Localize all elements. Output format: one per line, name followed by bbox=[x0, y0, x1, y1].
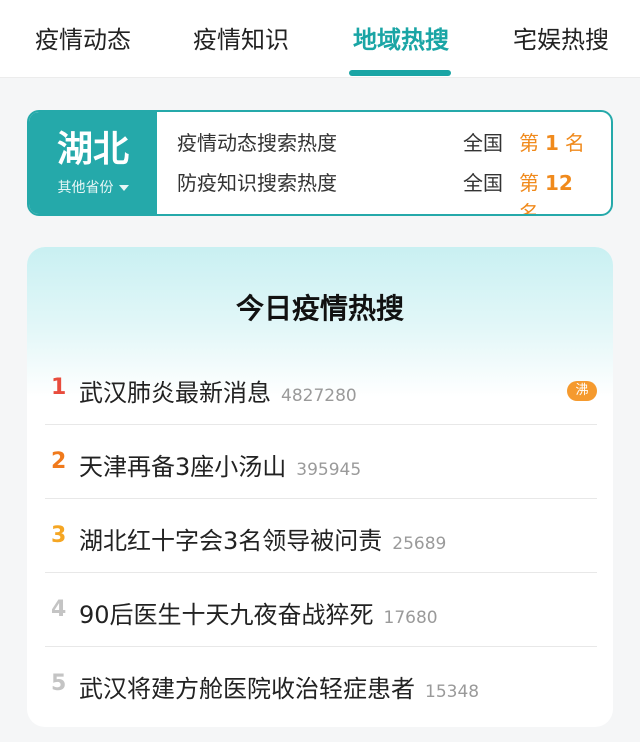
ranking-label: 疫情动态搜索热度 bbox=[177, 131, 337, 155]
ranking-row: 疫情动态搜索热度 全国 第1名 bbox=[177, 128, 597, 158]
hot-search-text: 武汉肺炎最新消息 4827280 bbox=[79, 373, 357, 408]
caret-down-icon bbox=[118, 185, 129, 191]
hot-search-text: 湖北红十字会3名领导被问责 25689 bbox=[79, 521, 446, 556]
ranking-number: 12 bbox=[545, 171, 573, 195]
tab-home-entertainment[interactable]: 宅娱热搜 bbox=[496, 20, 626, 60]
top-tab-bar: 疫情动态 疫情知识 地域热搜 宅娱热搜 bbox=[0, 0, 640, 78]
ranking-suffix: 名 bbox=[564, 131, 585, 155]
hot-search-item[interactable]: 3 湖北红十字会3名领导被问责 25689 bbox=[45, 499, 597, 573]
ranking-row: 防疫知识搜索热度 全国 第 12 名 bbox=[177, 168, 597, 214]
rank-number: 1 bbox=[51, 375, 67, 400]
item-title: 武汉肺炎最新消息 bbox=[79, 379, 271, 407]
search-count: 25689 bbox=[392, 534, 447, 554]
tab-epidemic-news[interactable]: 疫情动态 bbox=[18, 20, 148, 60]
tab-epidemic-knowledge[interactable]: 疫情知识 bbox=[176, 20, 306, 60]
tab-regional-hot-search[interactable]: 地域热搜 bbox=[336, 20, 466, 60]
item-title: 天津再备3座小汤山 bbox=[79, 453, 287, 481]
ranking-value: 第 12 名 bbox=[519, 168, 597, 216]
other-provinces-button[interactable]: 其他省份 bbox=[29, 178, 157, 198]
hot-search-item[interactable]: 1 武汉肺炎最新消息 4827280 沸 bbox=[45, 351, 597, 425]
boiling-badge: 沸 bbox=[567, 381, 597, 401]
ranking-scope: 全国 bbox=[463, 131, 503, 155]
hot-search-text: 天津再备3座小汤山 395945 bbox=[79, 447, 361, 482]
search-count: 4827280 bbox=[281, 386, 357, 406]
province-ranking-card: 湖北 其他省份 疫情动态搜索热度 全国 第1名 防疫知识搜索热度 全国 第 12名 bbox=[27, 110, 613, 216]
ranking-suffix: 名 bbox=[519, 201, 539, 216]
hot-search-text: 90后医生十天九夜奋战猝死 17680 bbox=[79, 595, 438, 630]
ranking-label: 防疫知识搜索热度 bbox=[177, 171, 337, 195]
search-count: 17680 bbox=[383, 608, 438, 628]
province-selector[interactable]: 湖北 其他省份 bbox=[29, 112, 157, 214]
active-tab-indicator bbox=[349, 70, 451, 76]
hot-search-item[interactable]: 4 90后医生十天九夜奋战猝死 17680 bbox=[45, 573, 597, 647]
province-name: 湖北 bbox=[56, 129, 129, 170]
hot-search-item[interactable]: 2 天津再备3座小汤山 395945 bbox=[45, 425, 597, 499]
other-provinces-label: 其他省份 bbox=[57, 180, 114, 196]
rank-number: 5 bbox=[51, 671, 67, 696]
hot-search-text: 武汉将建方舱医院收治轻症患者 15348 bbox=[79, 669, 479, 704]
search-count: 395945 bbox=[296, 460, 362, 480]
hot-search-card: 今日疫情热搜 1 武汉肺炎最新消息 4827280 沸 2 天津再备3座小汤山 39… bbox=[27, 247, 613, 727]
ranking-prefix: 第 bbox=[519, 131, 539, 155]
item-title: 90后医生十天九夜奋战猝死 bbox=[79, 601, 374, 629]
ranking-number: 1 bbox=[545, 131, 559, 155]
ranking-value: 第1名 bbox=[519, 128, 585, 158]
ranking-prefix: 第 bbox=[519, 171, 539, 195]
rank-number: 2 bbox=[51, 449, 67, 474]
rank-number: 3 bbox=[51, 523, 67, 548]
search-count: 15348 bbox=[425, 682, 480, 702]
ranking-scope: 全国 bbox=[463, 171, 503, 195]
hot-search-item[interactable]: 5 武汉将建方舱医院收治轻症患者 15348 bbox=[45, 647, 597, 721]
item-title: 武汉将建方舱医院收治轻症患者 bbox=[79, 675, 415, 703]
item-title: 湖北红十字会3名领导被问责 bbox=[79, 527, 383, 555]
rank-number: 4 bbox=[51, 597, 67, 622]
hot-search-title: 今日疫情热搜 bbox=[235, 292, 404, 325]
